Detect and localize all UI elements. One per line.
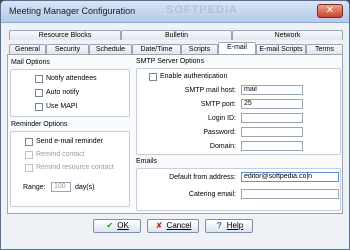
range-input[interactable]: 100 [51, 182, 71, 192]
default-from-label: Default from address: [169, 174, 236, 181]
smtp-port-input[interactable]: 25 [241, 99, 303, 109]
smtp-host-label: SMTP mail host: [184, 87, 236, 94]
tab-schedule[interactable]: Schedule [89, 44, 132, 54]
help-button[interactable]: ? Help [205, 219, 253, 233]
cancel-label: Cancel [166, 221, 192, 230]
tab-row-top: Resource Blocks Bulletin Network [9, 30, 343, 40]
watermark: SOFTPEDIA [166, 4, 238, 16]
reminder-options-group: Reminder Options Send e-mail reminder Re… [8, 119, 133, 211]
help-label: Help [226, 221, 244, 230]
catering-email-input[interactable] [241, 189, 339, 199]
reminder-options-title: Reminder Options [11, 121, 68, 128]
ok-button[interactable]: ✔ OK [93, 219, 141, 233]
tab-security[interactable]: Security [46, 44, 89, 54]
mail-options-box: Notify attendees Auto notify Use MAPI [10, 69, 130, 117]
domain-input[interactable] [241, 141, 303, 151]
checkmark-icon: ✔ [106, 221, 114, 230]
emails-box: Default from address: editor@softpedia.c… [136, 168, 341, 211]
tab-scripts[interactable]: Scripts [181, 44, 218, 54]
tab-bulletin[interactable]: Bulletin [121, 30, 232, 40]
send-email-reminder-label: Send e-mail reminder [36, 138, 103, 145]
domain-label: Domain: [209, 143, 236, 150]
tab-email[interactable]: E-mail [218, 42, 256, 54]
mail-options-group: Mail Options Notify attendees Auto notif… [8, 57, 133, 121]
checkbox-box[interactable] [25, 151, 33, 159]
ok-label: OK [117, 221, 129, 230]
checkbox-box[interactable] [25, 138, 33, 146]
emails-title: Emails [136, 158, 158, 165]
checkbox-box[interactable] [35, 89, 43, 97]
mail-options-title: Mail Options [11, 59, 50, 66]
config-window: Meeting Manager Configuration SOFTPEDIA … [0, 0, 350, 250]
smtp-options-title: SMTP Server Options [136, 58, 204, 65]
close-button[interactable]: ✕ [317, 4, 343, 18]
cross-icon: ✘ [155, 221, 163, 230]
smtp-port-label: SMTP port: [200, 101, 236, 108]
help-icon: ? [216, 221, 222, 230]
checkbox-box[interactable] [149, 73, 157, 81]
remind-resource-contact-label: Remind resource contact [36, 164, 114, 171]
checkbox-box[interactable] [35, 103, 43, 111]
catering-email-label: Catering email: [188, 191, 236, 198]
tab-terms[interactable]: Terms [306, 44, 343, 54]
range-unit-label: day(s) [75, 184, 95, 191]
smtp-host-input[interactable]: mail [241, 85, 303, 95]
remind-contact-label: Remind contact [36, 151, 85, 158]
auto-notify-label: Auto notify [46, 89, 80, 96]
email-tab-panel: Mail Options Notify attendees Auto notif… [7, 54, 343, 214]
tab-date-time[interactable]: Date/Time [132, 44, 181, 54]
range-label: Range: [23, 184, 46, 191]
checkbox-box[interactable] [25, 164, 33, 172]
use-mapi-label: Use MAPI [46, 103, 78, 110]
cancel-button[interactable]: ✘ Cancel [147, 219, 199, 233]
checkbox-box[interactable] [35, 75, 43, 83]
login-id-label: Login ID: [207, 115, 236, 122]
notify-attendees-label: Notify attendees [46, 75, 97, 82]
tab-network[interactable]: Network [232, 30, 343, 40]
login-id-input[interactable] [241, 113, 303, 123]
tab-resource-blocks[interactable]: Resource Blocks [9, 30, 121, 40]
smtp-options-box: Enable authentication SMTP mail host: ma… [136, 68, 341, 155]
tab-general[interactable]: General [9, 44, 46, 54]
tab-email-scripts[interactable]: E-mail Scripts [256, 44, 306, 54]
enable-authentication-label: Enable authentication [160, 73, 228, 80]
default-from-input[interactable]: editor@softpedia.co|n [241, 172, 339, 182]
reminder-options-box: Send e-mail reminder Remind contact Remi… [10, 131, 130, 207]
tab-row-bottom: General Security Schedule Date/Time Scri… [9, 41, 343, 54]
window-title: Meeting Manager Configuration [9, 6, 136, 16]
title-bar: Meeting Manager Configuration SOFTPEDIA … [1, 1, 349, 23]
password-input[interactable] [241, 127, 303, 137]
password-label: Password: [203, 129, 236, 136]
